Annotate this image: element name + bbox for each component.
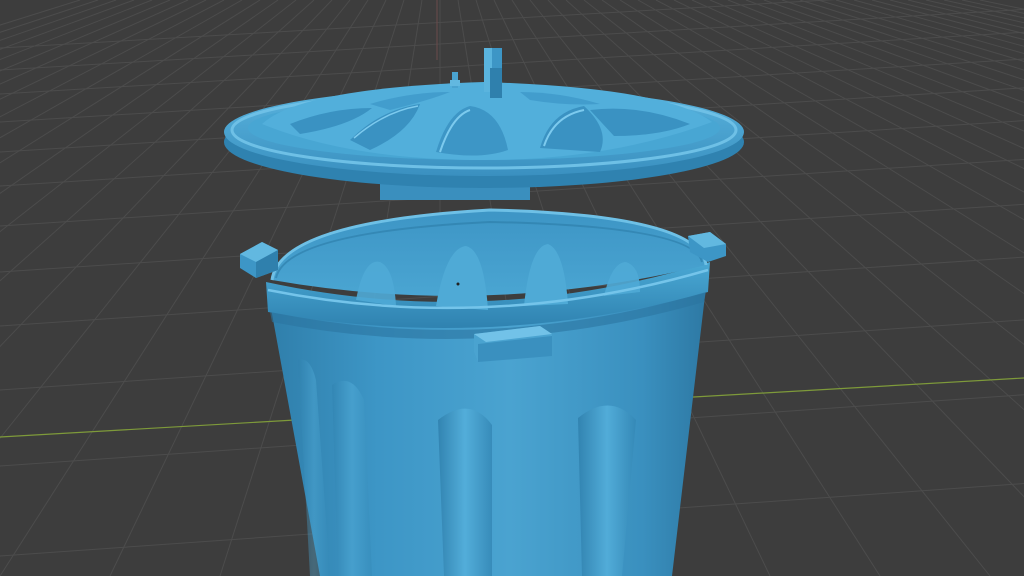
grid-line — [799, 0, 1024, 71]
grid-line — [691, 0, 1024, 150]
grid-line — [781, 0, 1024, 81]
grid-line — [835, 0, 1024, 55]
grid-line — [907, 0, 1024, 29]
grid-line — [0, 0, 297, 233]
grid-line — [961, 0, 1024, 14]
grid-line — [763, 0, 1024, 91]
grid-line — [0, 0, 99, 33]
grid-line — [0, 0, 225, 118]
3d-viewport[interactable] — [0, 0, 1024, 576]
viewport-canvas[interactable] — [0, 0, 1024, 576]
grid-line — [0, 0, 351, 440]
grid-line — [0, 0, 207, 100]
grid-line — [889, 0, 1024, 35]
trash-can-body[interactable] — [266, 208, 710, 576]
grid-line — [0, 0, 279, 195]
grid-line — [0, 0, 135, 50]
origin-point — [456, 282, 460, 286]
grid-line — [0, 0, 189, 85]
grid-line — [655, 0, 1024, 193]
grid-line — [0, 0, 81, 26]
